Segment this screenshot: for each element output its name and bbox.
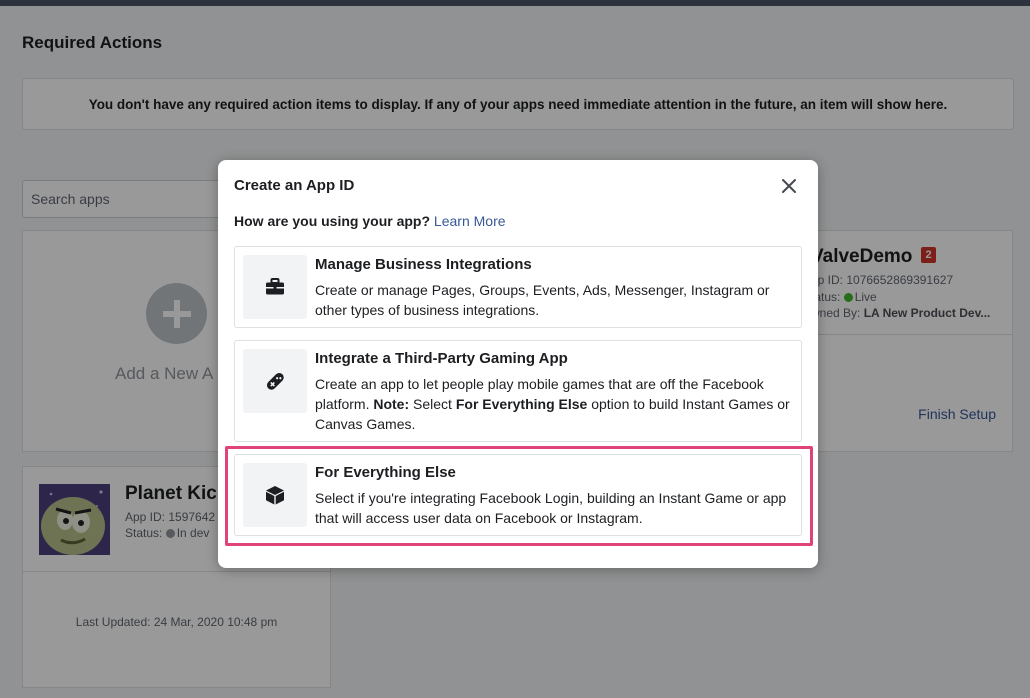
create-app-id-dialog: Create an App ID How are you using your …: [218, 160, 818, 568]
dialog-title: Create an App ID: [234, 177, 355, 194]
option-description: Create an app to let people play mobile …: [315, 374, 795, 434]
close-icon[interactable]: [780, 177, 798, 195]
option-third-party-gaming[interactable]: Integrate a Third-Party Gaming App Creat…: [234, 340, 802, 442]
usage-question: How are you using your app? Learn More: [234, 213, 506, 229]
gamepad-icon: [243, 349, 307, 413]
option-for-everything-else[interactable]: For Everything Else Select if you're int…: [234, 454, 802, 536]
option-title: Integrate a Third-Party Gaming App: [315, 350, 568, 367]
question-text: How are you using your app?: [234, 213, 431, 229]
for-everything-else-ref: For Everything Else: [455, 396, 588, 412]
briefcase-icon: [243, 255, 307, 319]
note-label: Note:: [373, 396, 410, 412]
option-description: Create or manage Pages, Groups, Events, …: [315, 282, 770, 318]
cube-icon: [243, 463, 307, 527]
option-manage-business-integrations[interactable]: Manage Business Integrations Create or m…: [234, 246, 802, 328]
option-title: For Everything Else: [315, 464, 456, 481]
option-description: Select if you're integrating Facebook Lo…: [315, 490, 787, 526]
option-title: Manage Business Integrations: [315, 256, 532, 273]
learn-more-link[interactable]: Learn More: [434, 213, 506, 229]
description-part: Select: [409, 396, 456, 412]
